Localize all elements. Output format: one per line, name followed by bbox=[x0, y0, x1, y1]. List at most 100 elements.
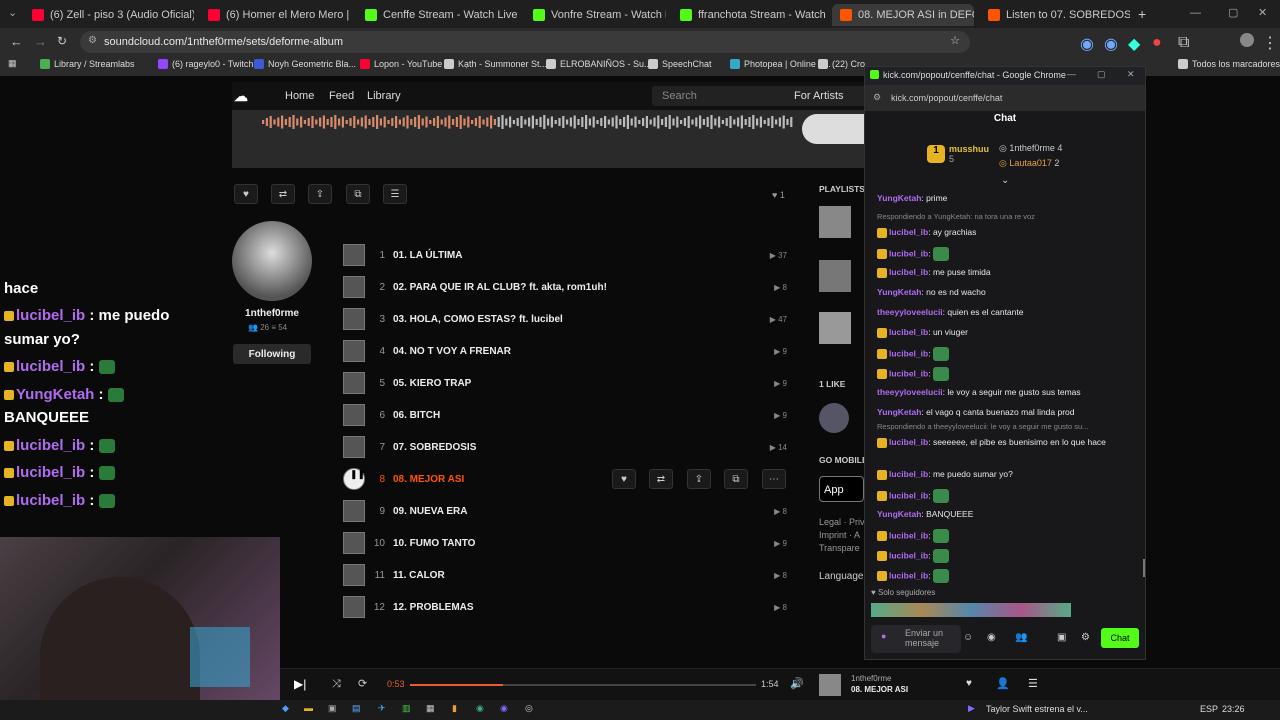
track-row[interactable]: 4 04. NO T VOY A FRENAR ▶ 9 bbox=[343, 340, 793, 362]
track-row[interactable]: 9 09. NUEVA ERA ▶ 8 bbox=[343, 500, 793, 522]
waveform[interactable] bbox=[232, 110, 864, 168]
new-tab-button[interactable]: + bbox=[1138, 6, 1146, 22]
browser-tab[interactable]: Cenffe Stream - Watch Live on✕ bbox=[357, 4, 519, 26]
now-playing-cover[interactable] bbox=[819, 674, 841, 696]
chat-username[interactable]: YungKetah bbox=[877, 407, 921, 417]
track-thumbnail[interactable] bbox=[343, 564, 365, 586]
chat-username[interactable]: theeyyloveelucii bbox=[877, 307, 943, 317]
artist-avatar[interactable] bbox=[232, 221, 312, 301]
browser-tab[interactable]: Listen to 07. SOBREDOSIS by✕ bbox=[980, 4, 1130, 26]
chat-message[interactable]: YungKetah: el vago q canta buenazo mal l… bbox=[877, 407, 1139, 418]
track-title[interactable]: 04. NO T VOY A FRENAR bbox=[393, 346, 511, 357]
chat-username[interactable]: YungKetah bbox=[877, 509, 921, 519]
nav-home[interactable]: Home bbox=[285, 90, 314, 102]
track-thumbnail[interactable] bbox=[343, 308, 365, 330]
obs-icon[interactable]: ◎ bbox=[525, 703, 533, 714]
copy-link-button[interactable]: ⧉ bbox=[724, 469, 748, 489]
share-button[interactable]: ⇪ bbox=[308, 184, 332, 204]
chat-username[interactable]: lucibel_ib bbox=[889, 368, 928, 378]
telegram-icon[interactable]: ✈ bbox=[378, 703, 386, 714]
chat-username[interactable]: YungKetah bbox=[877, 287, 921, 297]
following-button[interactable]: Following bbox=[233, 344, 311, 364]
forward-icon[interactable]: → bbox=[34, 34, 47, 49]
track-row[interactable]: 1 01. LA ÚLTIMA ▶ 37 bbox=[343, 244, 793, 266]
track-title[interactable]: 12. PROBLEMAS bbox=[393, 602, 474, 613]
settings-gear-icon[interactable]: ⚙ bbox=[1081, 632, 1090, 643]
chat-message[interactable]: lucibel_ib: bbox=[877, 529, 1139, 543]
app-icon[interactable]: ▣ bbox=[328, 703, 337, 714]
bookmark-item[interactable]: Kạth - Summoner St... bbox=[444, 59, 547, 69]
track-thumbnail[interactable] bbox=[343, 276, 365, 298]
send-chat-button[interactable]: Chat bbox=[1101, 628, 1139, 648]
queue-icon[interactable]: ☰ bbox=[1028, 677, 1038, 690]
chat-message[interactable]: lucibel_ib: bbox=[877, 347, 1139, 361]
browser-tab[interactable]: ffranchota Stream - Watch✕ bbox=[672, 4, 826, 26]
nav-library[interactable]: Library bbox=[367, 90, 401, 102]
clock[interactable]: 23:26 bbox=[1222, 704, 1245, 714]
chat-username[interactable]: lucibel_ib bbox=[889, 327, 928, 337]
bookmark-item[interactable]: ELROBANIÑOS - Su... bbox=[546, 59, 652, 69]
track-title[interactable]: 11. CALOR bbox=[393, 570, 445, 581]
track-thumbnail[interactable] bbox=[343, 340, 365, 362]
bookmark-item[interactable]: (22) Cro bbox=[818, 59, 865, 69]
shuffle-icon[interactable]: ⤨ bbox=[332, 678, 341, 691]
chat-message[interactable]: lucibel_ib: bbox=[877, 367, 1139, 381]
bookmark-item[interactable]: Photopea | Online P... bbox=[730, 59, 831, 69]
playlist-thumb[interactable] bbox=[819, 312, 851, 344]
chat-message[interactable]: lucibel_ib: bbox=[877, 549, 1139, 563]
close-window-icon[interactable]: ✕ bbox=[1258, 6, 1267, 19]
gift-icon[interactable]: ▣ bbox=[1057, 632, 1066, 643]
track-thumbnail[interactable]: ❚❚ bbox=[343, 468, 365, 490]
browser-tab[interactable]: (6) Zell - piso 3 (Audio Oficial)✕ bbox=[24, 4, 194, 26]
smile-icon[interactable]: ◉ bbox=[987, 632, 996, 643]
extension-icon[interactable]: ● bbox=[1152, 34, 1162, 52]
volume-icon[interactable]: 🔊 bbox=[790, 677, 804, 690]
explorer-icon[interactable]: ▬ bbox=[304, 703, 313, 713]
maximize-icon[interactable]: ▢ bbox=[1228, 6, 1238, 19]
track-row[interactable]: 3 03. HOLA, COMO ESTAS? ft. lucibel ▶ 47 bbox=[343, 308, 793, 330]
bookmark-item[interactable]: Noyh Geometric Bla... bbox=[254, 59, 356, 69]
mic-icon[interactable]: ● bbox=[881, 631, 886, 641]
track-thumbnail[interactable] bbox=[343, 532, 365, 554]
bookmark-item[interactable]: Todos los marcadores bbox=[1178, 59, 1280, 69]
chat-username[interactable]: lucibel_ib bbox=[889, 248, 928, 258]
app-icon[interactable]: ▥ bbox=[402, 703, 411, 714]
bookmark-item[interactable]: Library / Streamlabs bbox=[40, 59, 135, 69]
minimize-icon[interactable]: — bbox=[1190, 7, 1201, 19]
now-playing-title[interactable]: 08. MEJOR ASI bbox=[851, 685, 908, 694]
nav-feed[interactable]: Feed bbox=[329, 90, 354, 102]
back-icon[interactable]: ← bbox=[10, 34, 23, 49]
transparency-link[interactable]: Transpare bbox=[819, 542, 865, 555]
apps-grid-icon[interactable]: ▦ bbox=[8, 58, 17, 69]
chat-message[interactable]: YungKetah: no es nd wacho bbox=[877, 287, 1139, 298]
track-row[interactable]: 5 05. KIERO TRAP ▶ 9 bbox=[343, 372, 793, 394]
address-bar[interactable]: ⚙ soundcloud.com/1nthef0rme/sets/deforme… bbox=[80, 31, 970, 53]
repost-button[interactable]: ⇄ bbox=[649, 469, 673, 489]
like-icon[interactable]: ♥ bbox=[966, 678, 972, 689]
track-title[interactable]: 02. PARA QUE IR AL CLUB? ft. akta, rom1u… bbox=[393, 282, 607, 293]
minimize-icon[interactable]: — bbox=[1067, 69, 1076, 79]
track-row[interactable]: 6 06. BITCH ▶ 9 bbox=[343, 404, 793, 426]
track-title[interactable]: 08. MEJOR ASI bbox=[393, 474, 464, 485]
bookmark-item[interactable]: SpeechChat bbox=[648, 59, 712, 69]
chat-message[interactable]: lucibel_ib: bbox=[877, 489, 1139, 503]
chat-message[interactable]: Respondiendo a theeyyloveelucii: le voy … bbox=[877, 421, 1139, 432]
chat-message[interactable]: lucibel_ib: me puedo sumar yo? bbox=[877, 469, 1139, 480]
discord-icon[interactable]: ◉ bbox=[500, 703, 508, 714]
extension-icon[interactable]: ◉ bbox=[1080, 34, 1094, 54]
playlist-thumb[interactable] bbox=[819, 260, 851, 292]
track-row[interactable]: 7 07. SOBREDOSIS ▶ 14 bbox=[343, 436, 793, 458]
track-title[interactable]: 06. BITCH bbox=[393, 410, 440, 421]
chat-username[interactable]: lucibel_ib bbox=[889, 437, 928, 447]
chat-username[interactable]: lucibel_ib bbox=[889, 550, 928, 560]
chat-message[interactable]: lucibel_ib: ay grachias bbox=[877, 227, 1139, 238]
playlist-thumb[interactable] bbox=[819, 206, 851, 238]
chat-username[interactable]: lucibel_ib bbox=[889, 530, 928, 540]
bookmark-item[interactable]: Lopon - YouTube bbox=[360, 59, 442, 69]
extension-icon[interactable]: ◆ bbox=[1128, 34, 1140, 54]
like-button[interactable]: ♥ bbox=[612, 469, 636, 489]
chat-message[interactable]: lucibel_ib: seeeeee, el pibe es buenisim… bbox=[877, 437, 1139, 448]
browser-tab[interactable]: Vonfre Stream - Watch Li✕ bbox=[525, 4, 666, 26]
repeat-icon[interactable]: ⟳ bbox=[358, 677, 367, 690]
chat-message[interactable]: YungKetah: prime bbox=[877, 193, 1139, 204]
